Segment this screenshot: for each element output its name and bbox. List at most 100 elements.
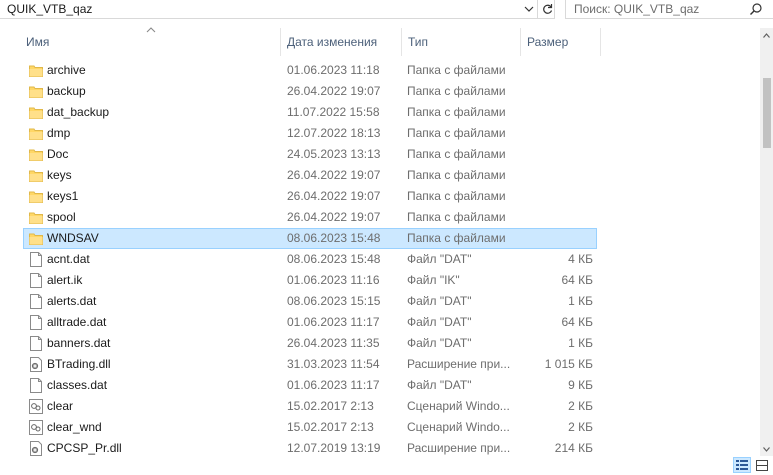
address-history-dropdown[interactable] <box>520 0 537 18</box>
file-type: Папка с файлами <box>407 84 506 98</box>
large-icons-view-icon <box>756 459 768 471</box>
file-row[interactable]: alltrade.dat 01.06.2023 11:17 Файл "DAT" 64… <box>23 312 597 333</box>
scroll-down-arrow[interactable] <box>760 442 773 456</box>
script-icon <box>29 399 43 414</box>
file-row[interactable]: clear 15.02.2017 2:13 Сценарий Windo... 2 К… <box>23 396 597 417</box>
details-view-button[interactable] <box>733 457 751 473</box>
file-size: 1 КБ <box>568 294 593 308</box>
file-date: 26.04.2022 19:07 <box>287 168 381 182</box>
file-type: Папка с файлами <box>407 126 506 140</box>
file-type: Папка с файлами <box>407 147 506 161</box>
file-date: 26.04.2022 19:07 <box>287 84 381 98</box>
file-type: Расширение при... <box>407 441 511 455</box>
address-bar[interactable]: QUIK_VTB_qaz <box>0 0 555 19</box>
file-type: Папка с файлами <box>407 189 506 203</box>
file-icon <box>29 294 43 309</box>
vertical-scrollbar[interactable] <box>760 28 773 456</box>
file-type: Файл "DAT" <box>407 294 472 308</box>
file-name: keys1 <box>47 189 79 203</box>
script-icon <box>29 420 43 435</box>
file-size <box>521 60 593 81</box>
file-date: 08.06.2023 15:48 <box>287 252 381 266</box>
file-row[interactable]: dat_backup 11.07.2022 15:58 Папка с файлам… <box>23 102 597 123</box>
file-row[interactable]: classes.dat 01.06.2023 11:17 Файл "DAT" 9 К… <box>23 375 597 396</box>
file-row[interactable]: spool 26.04.2022 19:07 Папка с файлами <box>23 207 597 228</box>
file-icon <box>29 315 43 330</box>
file-name: CPCSP_Pr.dll <box>47 441 122 455</box>
file-type: Папка с файлами <box>407 168 506 182</box>
folder-icon <box>29 126 43 141</box>
file-size <box>521 165 593 186</box>
file-row[interactable]: BTrading.dll 31.03.2023 11:54 Расширение п… <box>23 354 597 375</box>
file-name: acnt.dat <box>47 252 90 266</box>
file-row[interactable]: Doc 24.05.2023 13:13 Папка с файлами <box>23 144 597 165</box>
file-name: dat_backup <box>47 105 110 119</box>
file-date: 31.03.2023 11:54 <box>287 357 380 371</box>
file-icon <box>29 252 43 267</box>
file-name: Doc <box>47 147 69 161</box>
file-row[interactable]: backup 26.04.2022 19:07 Папка с файлами <box>23 81 597 102</box>
file-row[interactable]: WNDSAV 08.06.2023 15:48 Папка с файлами <box>23 228 597 249</box>
file-type: Папка с файлами <box>407 105 506 119</box>
file-type: Файл "DAT" <box>407 315 472 329</box>
file-type: Папка с файлами <box>407 210 506 224</box>
scroll-up-arrow[interactable] <box>760 28 773 42</box>
file-type: Сценарий Windo... <box>407 420 510 434</box>
file-date: 01.06.2023 11:17 <box>287 378 380 392</box>
file-name: alltrade.dat <box>47 315 107 329</box>
file-row[interactable]: alerts.dat 08.06.2023 15:15 Файл "DAT" 1 КБ <box>23 291 597 312</box>
file-size: 2 КБ <box>568 399 593 413</box>
search-input[interactable]: Поиск: QUIK_VTB_qaz <box>574 2 699 16</box>
file-row[interactable]: keys 26.04.2022 19:07 Папка с файлами <box>23 165 597 186</box>
folder-icon <box>29 105 43 120</box>
file-date: 26.04.2022 19:07 <box>287 189 381 203</box>
file-size <box>521 207 593 228</box>
file-type: Сценарий Windo... <box>407 399 510 413</box>
file-size: 4 КБ <box>568 252 593 266</box>
file-name: clear <box>47 399 74 413</box>
file-row[interactable]: keys1 26.04.2022 19:07 Папка с файлами <box>23 186 597 207</box>
file-icon <box>29 273 43 288</box>
file-date: 12.07.2019 13:19 <box>287 441 381 455</box>
file-row[interactable]: alert.ik 01.06.2023 11:16 Файл "IK" 64 КБ <box>23 270 597 291</box>
scrollbar-thumb[interactable] <box>763 78 771 148</box>
file-size <box>521 123 593 144</box>
file-size: 214 КБ <box>554 441 593 455</box>
file-list: archive 01.06.2023 11:18 Папка с файлами ba… <box>0 60 760 456</box>
file-size <box>521 144 593 165</box>
file-row[interactable]: acnt.dat 08.06.2023 15:48 Файл "DAT" 4 КБ <box>23 249 597 270</box>
file-date: 12.07.2022 18:13 <box>287 126 381 140</box>
column-type[interactable]: Тип <box>402 28 520 56</box>
folder-icon <box>29 63 43 78</box>
file-date: 01.06.2023 11:17 <box>287 315 380 329</box>
folder-icon <box>29 231 43 246</box>
file-name: archive <box>47 63 86 77</box>
column-divider[interactable] <box>600 28 601 56</box>
file-row[interactable]: archive 01.06.2023 11:18 Папка с файлами <box>23 60 597 81</box>
file-type: Файл "DAT" <box>407 378 472 392</box>
column-date[interactable]: Дата изменения <box>281 28 401 56</box>
file-type: Папка с файлами <box>407 63 506 77</box>
refresh-button[interactable] <box>537 0 556 18</box>
file-type: Файл "DAT" <box>407 252 472 266</box>
file-name: alert.ik <box>47 273 83 287</box>
column-name[interactable]: Имя <box>20 28 280 56</box>
file-row[interactable]: banners.dat 26.04.2023 11:35 Файл "DAT" 1 К… <box>23 333 597 354</box>
folder-icon <box>29 168 43 183</box>
file-date: 15.02.2017 2:13 <box>287 420 374 434</box>
large-icons-view-button[interactable] <box>753 457 771 473</box>
search-icon[interactable] <box>749 2 763 16</box>
file-type: Расширение при... <box>407 357 511 371</box>
file-date: 15.02.2017 2:13 <box>287 399 374 413</box>
file-type: Файл "DAT" <box>407 336 472 350</box>
file-name: alerts.dat <box>47 294 97 308</box>
address-path[interactable]: QUIK_VTB_qaz <box>7 2 92 16</box>
file-row[interactable]: dmp 12.07.2022 18:13 Папка с файлами <box>23 123 597 144</box>
file-row[interactable]: clear_wnd 15.02.2017 2:13 Сценарий Windo..… <box>23 417 597 438</box>
file-row[interactable]: CPCSP_Pr.dll 12.07.2019 13:19 Расширение п… <box>23 438 597 456</box>
column-size[interactable]: Размер <box>521 28 600 56</box>
search-box[interactable]: Поиск: QUIK_VTB_qaz <box>565 0 773 19</box>
file-name: banners.dat <box>47 336 111 350</box>
file-name: dmp <box>47 126 71 140</box>
file-name: clear_wnd <box>47 420 102 434</box>
